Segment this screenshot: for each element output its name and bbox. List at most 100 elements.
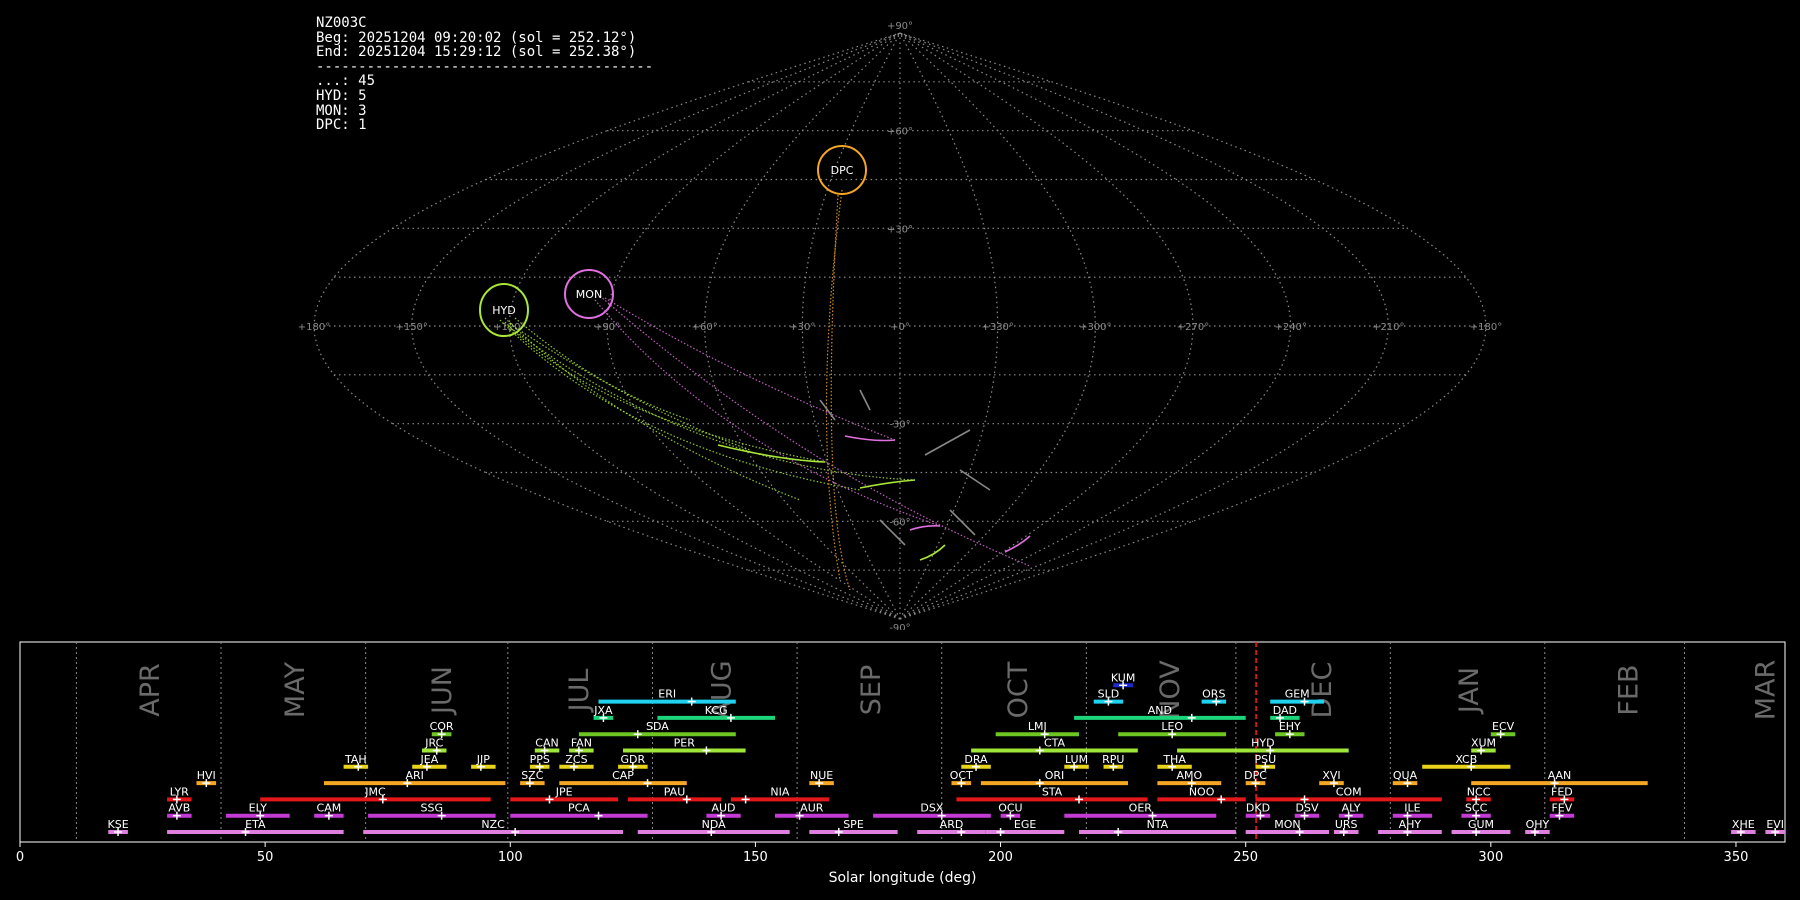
- shower-code-label: NCC: [1467, 785, 1491, 798]
- shower-code-label: AND: [1148, 704, 1172, 717]
- meteor-trail: [859, 479, 916, 489]
- shower-code-label: COR: [430, 720, 454, 733]
- shower-code-label: AHY: [1399, 818, 1422, 831]
- shower-code-label: JIP: [476, 753, 490, 766]
- shower-code-label: NIA: [770, 785, 789, 798]
- meteor-trail: [514, 317, 691, 421]
- meteor-trail: [949, 509, 976, 536]
- shower-code-label: DRA: [964, 753, 988, 766]
- meteor-trail: [859, 389, 871, 411]
- meteor-trail: [924, 429, 971, 456]
- shower-code-label: GDR: [620, 753, 645, 766]
- shower-code-label: PER: [674, 737, 696, 750]
- shower-code-label: ELY: [249, 802, 268, 815]
- radiants: HYD MON DPC: [479, 145, 867, 337]
- month-label: DEC: [1307, 662, 1338, 719]
- shower-code-label: SPE: [843, 818, 864, 831]
- month-label: SEP: [856, 665, 887, 715]
- shower-code-label: AMO: [1176, 769, 1202, 782]
- longitude-label: +180°: [1470, 322, 1502, 333]
- month-label: JUL: [564, 669, 595, 714]
- x-tick-label: 350: [1724, 850, 1749, 865]
- x-tick-label: 150: [743, 850, 768, 865]
- x-tick-label: 300: [1478, 850, 1503, 865]
- longitude-label: +300°: [1079, 322, 1111, 333]
- meteor-trail: [909, 525, 941, 531]
- shower-code-label: EHY: [1279, 720, 1301, 733]
- shower-code-label: PCA: [568, 802, 590, 815]
- shower-code-label: EGE: [1014, 818, 1036, 831]
- shower-code-label: JRC: [424, 737, 443, 750]
- month-label: OCT: [1003, 661, 1034, 718]
- shower-code-label: AUR: [800, 802, 824, 815]
- latitude-label: +30°: [887, 224, 913, 235]
- month-label: JAN: [1454, 667, 1485, 715]
- shower-code-label: XUM: [1471, 737, 1496, 750]
- shower-code-label: FAN: [571, 737, 592, 750]
- shower-code-label: OER: [1129, 802, 1153, 815]
- shower-code-label: EVI: [1766, 818, 1784, 831]
- shower-code-label: GEM: [1285, 688, 1310, 701]
- x-axis-label: Solar longitude (deg): [829, 870, 977, 886]
- shower-code-label: OCU: [998, 802, 1022, 815]
- shower-code-label: COM: [1336, 785, 1362, 798]
- shower-code-label: SZC: [521, 769, 544, 782]
- shower-code-label: LEO: [1161, 720, 1183, 733]
- shower-code-label: DAD: [1273, 704, 1297, 717]
- shower-code-label: ORS: [1202, 688, 1225, 701]
- shower-code-label: URS: [1335, 818, 1358, 831]
- sky-grid: +180° +150° +120° +90° +60° +30° +0° +330° +300°…: [298, 21, 1502, 630]
- shower-code-label: OCT: [950, 769, 973, 782]
- month-label: JUN: [427, 666, 458, 716]
- latitude-label: -30°: [889, 420, 910, 431]
- shower-code-label: CAN: [535, 737, 558, 750]
- shower-code-label: CTA: [1044, 737, 1066, 750]
- shower-code-label: LYR: [170, 785, 189, 798]
- x-tick-label: 50: [257, 850, 274, 865]
- shower-code-label: TAH: [344, 753, 367, 766]
- shower-code-label: JXA: [593, 704, 613, 717]
- latitude-label: -90°: [889, 623, 910, 630]
- shower-code-label: SLD: [1098, 688, 1120, 701]
- shower-code-label: PSU: [1254, 753, 1276, 766]
- shower-code-label: ZCS: [565, 753, 587, 766]
- radiant-label: MON: [576, 288, 602, 301]
- longitude-label: +210°: [1372, 322, 1404, 333]
- meteor-trail: [919, 544, 946, 561]
- latitude-label: +90°: [887, 21, 913, 32]
- shower-code-label: ARI: [405, 769, 423, 782]
- x-tick-label: 250: [1233, 850, 1258, 865]
- shower-code-label: CAP: [612, 769, 634, 782]
- month-label: MAY: [280, 661, 311, 718]
- meteor-trail: [594, 299, 941, 527]
- shower-code-label: KCG: [705, 704, 728, 717]
- shower-code-label: NDA: [702, 818, 727, 831]
- shower-code-label: QUA: [1393, 769, 1418, 782]
- shower-code-label: NUE: [810, 769, 833, 782]
- shower-code-label: XHE: [1732, 818, 1755, 831]
- latitude-label: +60°: [887, 127, 913, 138]
- meteor-trail: [499, 319, 861, 491]
- x-tick-label: 0: [16, 850, 24, 865]
- shower-code-label: ARD: [940, 818, 964, 831]
- longitude-label: +0°: [890, 322, 910, 333]
- meteor-trail: [825, 189, 843, 581]
- shower-code-label: HVI: [197, 769, 216, 782]
- sky-map: +180° +150° +120° +90° +60° +30° +0° +330° +300°…: [298, 21, 1502, 630]
- shower-code-label: RPU: [1102, 753, 1124, 766]
- longitude-label: +60°: [692, 322, 718, 333]
- shower-code-label: KUM: [1111, 671, 1135, 684]
- shower-code-label: MON: [1274, 818, 1300, 831]
- shower-code-label: ALY: [1342, 802, 1361, 815]
- x-tick-label: 200: [988, 850, 1013, 865]
- meteor-trail: [959, 469, 991, 491]
- shower-code-label: KSE: [108, 818, 129, 831]
- month-label: MAR: [1751, 660, 1782, 721]
- shower-code-label: NZC: [481, 818, 505, 831]
- longitude-label: +30°: [789, 322, 815, 333]
- shower-code-label: PPS: [530, 753, 550, 766]
- shower-code-label: JMC: [364, 785, 386, 798]
- shower-code-label: SDA: [646, 720, 669, 733]
- shower-code-label: JPE: [555, 785, 573, 798]
- shower-code-label: DPC: [1244, 769, 1267, 782]
